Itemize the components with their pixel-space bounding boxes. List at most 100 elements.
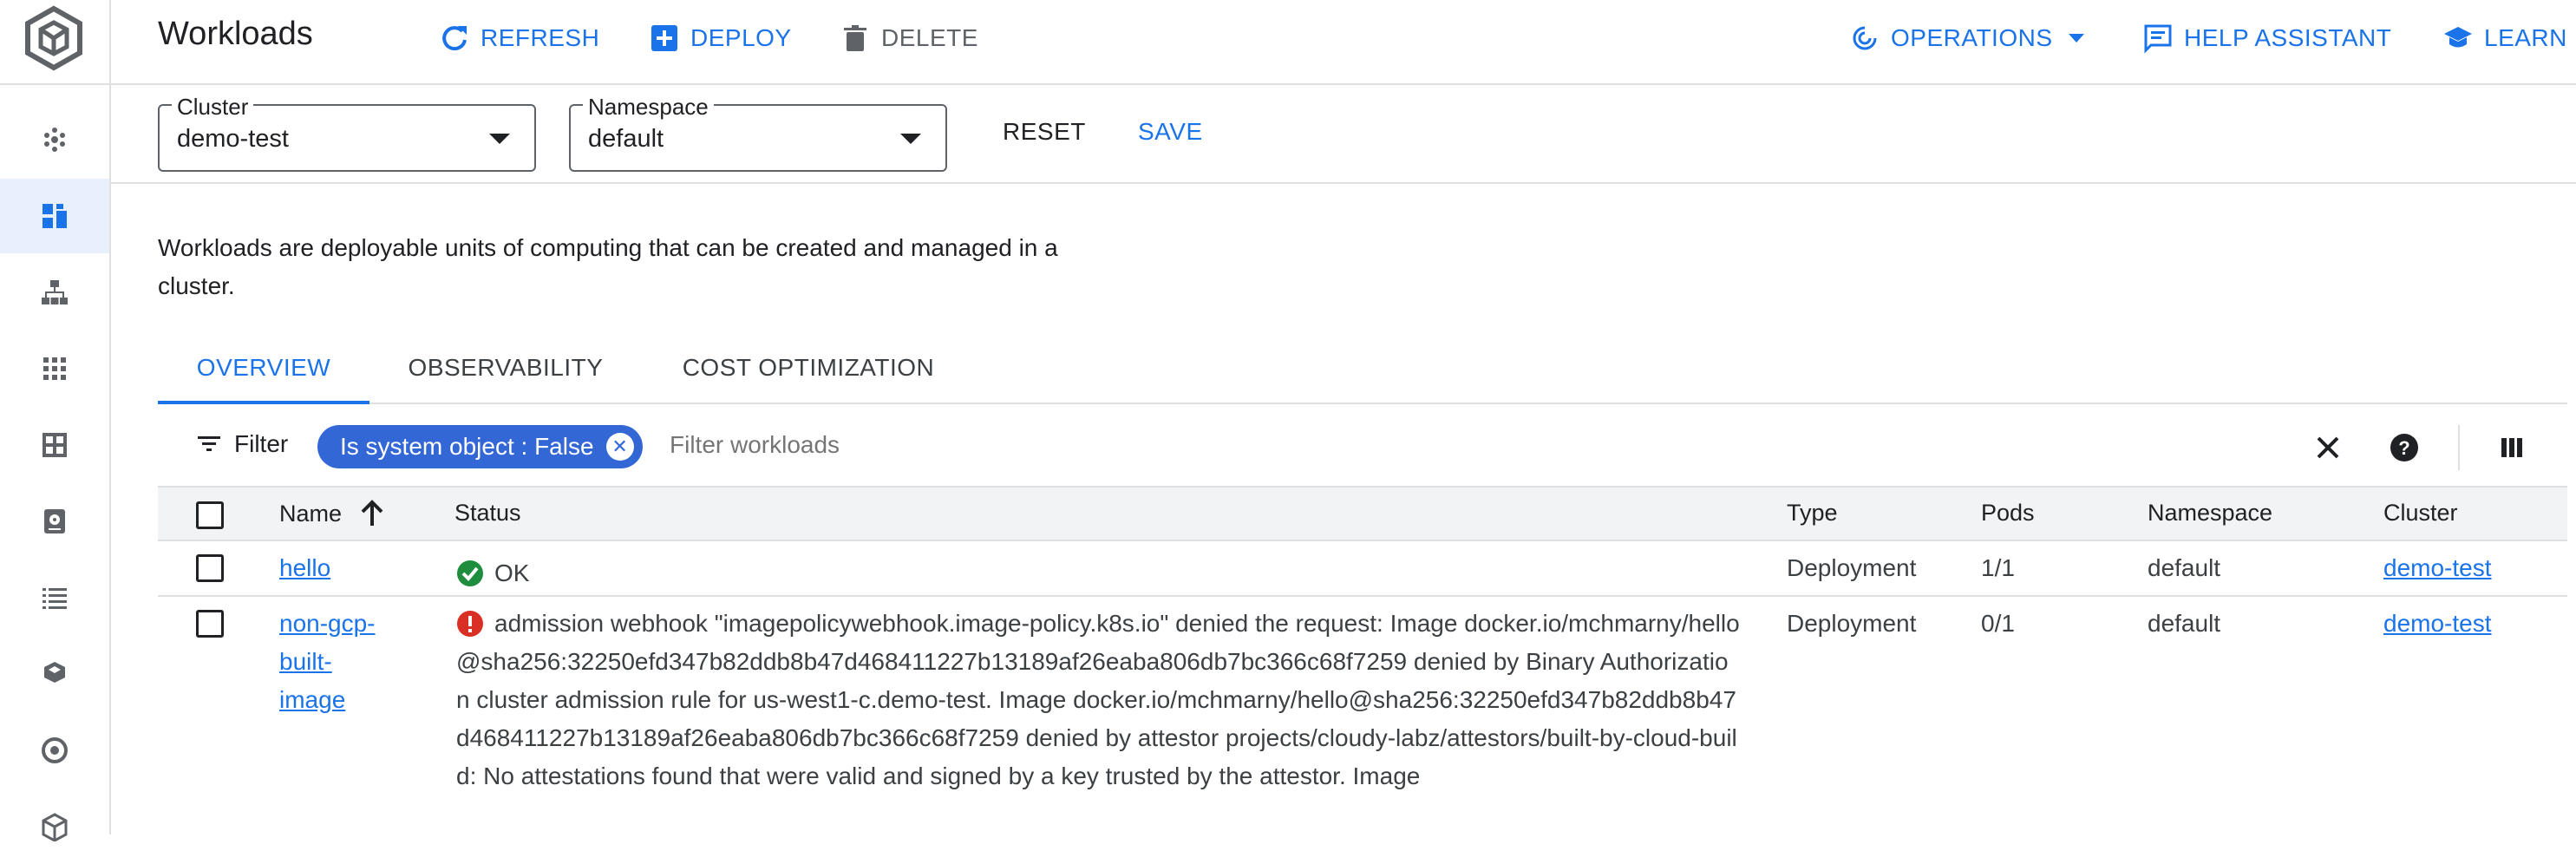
sidebar-item-backup[interactable] [0, 713, 109, 788]
learn-button[interactable]: LEARN [2442, 19, 2567, 57]
save-button[interactable]: SAVE [1138, 118, 1203, 146]
dropdown-arrow-icon [489, 134, 510, 144]
namespace-select-label: Namespace [583, 94, 714, 121]
remove-chip-icon[interactable]: ✕ [605, 433, 634, 461]
sidebar-item-deployments[interactable] [0, 789, 109, 864]
rail-divider [0, 83, 109, 85]
help-icon: ? [2390, 434, 2418, 461]
close-icon [2317, 436, 2339, 459]
help-assistant-button[interactable]: HELP ASSISTANT [2142, 19, 2391, 57]
workload-name-link[interactable]: hello [279, 549, 330, 587]
list-icon [42, 588, 67, 609]
sidebar-item-config[interactable] [0, 408, 109, 482]
cluster-select-value: demo-test [177, 125, 289, 153]
workloads-icon [42, 204, 67, 228]
workload-name-link[interactable]: non-gcp- built- image [279, 605, 392, 719]
apps-grid-icon [43, 357, 66, 380]
cluster-link[interactable]: demo-test [2383, 605, 2492, 643]
sidebar-item-clusters[interactable] [0, 102, 109, 177]
workload-name-line: non-gcp- [279, 610, 376, 637]
filter-label: Filter [234, 430, 289, 457]
namespace-select-value: default [588, 125, 664, 153]
column-header-pods[interactable]: Pods [1981, 500, 2035, 527]
filter-icon [198, 436, 220, 451]
workload-name-line: image [279, 686, 346, 713]
select-all-checkbox[interactable] [196, 501, 224, 529]
column-display-button[interactable] [2491, 427, 2533, 468]
backup-icon [42, 737, 68, 763]
workload-name-line: built- [279, 648, 332, 675]
chevron-down-icon [2068, 34, 2084, 43]
filter-chip-system-object[interactable]: Is system object : False ✕ [317, 425, 643, 468]
learn-label: LEARN [2484, 24, 2567, 51]
page-title: Workloads [158, 16, 313, 52]
refresh-icon [442, 26, 467, 51]
status-text: OK [494, 560, 530, 586]
row-divider [158, 595, 2567, 597]
refresh-label: REFRESH [481, 24, 600, 51]
sort-ascending-icon [361, 500, 383, 526]
sidebar-item-object-browser[interactable] [0, 560, 109, 635]
pods-cell: 1/1 [1981, 554, 2015, 581]
column-header-status[interactable]: Status [454, 500, 521, 527]
sidebar-item-networking[interactable] [0, 255, 109, 330]
sidebar-item-workloads[interactable] [0, 179, 109, 253]
gke-logo-icon[interactable] [19, 3, 88, 73]
tab-cost-optimization[interactable]: COST OPTIMIZATION [668, 354, 949, 404]
type-cell: Deployment [1787, 554, 1917, 581]
network-tree-icon [42, 280, 68, 304]
clear-filter-button[interactable] [2307, 427, 2349, 468]
clusters-icon [44, 128, 65, 152]
cluster-select[interactable]: Cluster demo-test [158, 94, 536, 172]
namespace-cell: default [2148, 610, 2221, 637]
delete-button[interactable]: DELETE [840, 19, 978, 57]
dropdown-arrow-icon [900, 134, 921, 144]
check-circle-icon [457, 560, 483, 586]
school-icon [2444, 27, 2472, 48]
box-icon [42, 813, 68, 841]
deploy-button[interactable]: DEPLOY [649, 19, 792, 57]
cluster-select-label: Cluster [172, 94, 254, 121]
toolbar-divider [2458, 425, 2460, 470]
column-header-cluster[interactable]: Cluster [2383, 500, 2458, 527]
storage-disk-icon [44, 509, 65, 533]
column-header-namespace[interactable]: Namespace [2148, 500, 2272, 527]
chat-icon [2144, 24, 2172, 54]
status-cell: OK [456, 554, 529, 592]
delete-label: DELETE [881, 24, 978, 51]
page-description: Workloads are deployable units of comput… [158, 234, 1058, 299]
column-header-name[interactable]: Name [279, 500, 385, 527]
namespace-cell: default [2148, 554, 2221, 581]
row-checkbox[interactable] [196, 554, 224, 582]
refresh-button[interactable]: REFRESH [439, 19, 599, 57]
help-assistant-label: HELP ASSISTANT [2184, 24, 2392, 51]
filter-help-button[interactable]: ? [2383, 427, 2425, 468]
svg-text:?: ? [2398, 437, 2409, 459]
operations-label: OPERATIONS [1891, 24, 2053, 51]
sidebar-item-storage[interactable] [0, 484, 109, 559]
filter-workloads-input[interactable] [668, 430, 1192, 460]
status-error-message: admission webhook "imagepolicywebhook.im… [456, 610, 1740, 789]
reset-button[interactable]: RESET [1003, 118, 1086, 146]
sidebar-item-apps[interactable] [0, 331, 109, 406]
tab-observability[interactable]: OBSERVABILITY [392, 354, 619, 404]
trash-icon [844, 25, 866, 51]
columns-icon [2501, 438, 2522, 457]
operations-menu-button[interactable]: OPERATIONS [1849, 19, 2084, 57]
tab-overview[interactable]: OVERVIEW [158, 354, 369, 404]
row-checkbox[interactable] [196, 610, 224, 638]
deploy-label: DEPLOY [690, 24, 792, 51]
filter-chip-label: Is system object : False [340, 433, 594, 460]
column-header-name-label: Name [279, 500, 343, 527]
add-box-icon [651, 25, 677, 51]
sidebar-item-marketplace[interactable] [0, 637, 109, 711]
operations-icon [1853, 26, 1877, 50]
namespace-select[interactable]: Namespace default [569, 94, 947, 172]
dashboard-icon [42, 433, 67, 457]
type-cell: Deployment [1787, 610, 1917, 637]
pods-cell: 0/1 [1981, 610, 2015, 637]
filter-button[interactable]: Filter [196, 430, 288, 458]
cubes-icon [44, 662, 65, 683]
cluster-link[interactable]: demo-test [2383, 549, 2492, 587]
column-header-type[interactable]: Type [1787, 500, 1838, 527]
